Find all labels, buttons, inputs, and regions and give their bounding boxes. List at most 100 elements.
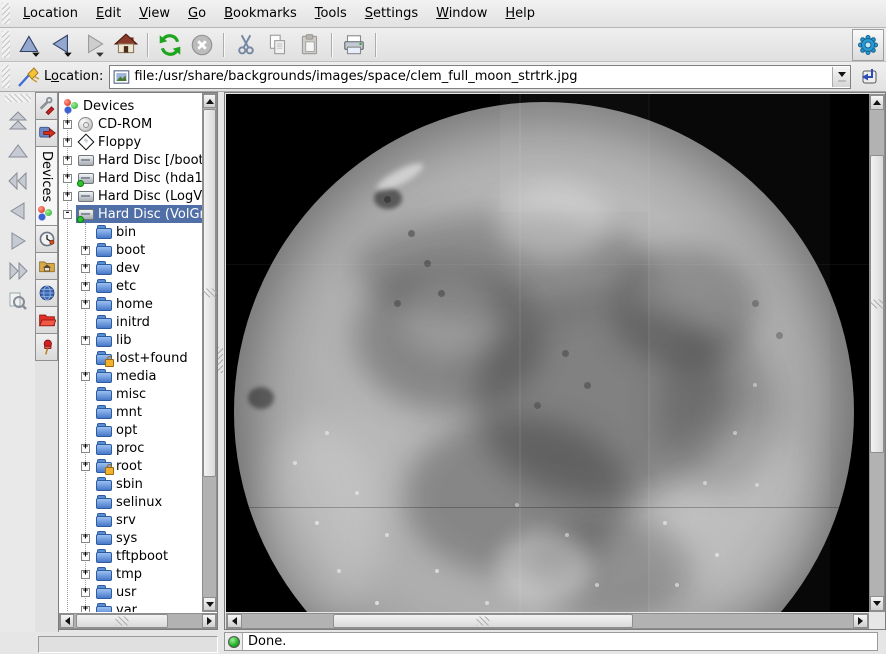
scroll-up-button[interactable]: [203, 94, 216, 108]
tree-item[interactable]: Hard Disc (hda1) [/: [59, 169, 202, 187]
tree-vscroll-thumb[interactable]: [203, 109, 216, 477]
menu-location[interactable]: Location: [14, 3, 87, 24]
tree-expander[interactable]: [81, 354, 90, 363]
tree-expander[interactable]: [81, 606, 90, 613]
tree-expander[interactable]: [81, 372, 90, 381]
tree-expander[interactable]: [81, 300, 90, 309]
tree-item[interactable]: proc: [59, 439, 202, 457]
sidebar-tab-bookmarks[interactable]: [35, 120, 58, 147]
tree-item[interactable]: dev: [59, 259, 202, 277]
location-combobox[interactable]: [109, 65, 851, 89]
tree-item[interactable]: media: [59, 367, 202, 385]
tree-expander[interactable]: [81, 228, 90, 237]
sidebar-tab-root-folder[interactable]: [35, 307, 58, 334]
tree-item[interactable]: Devices: [59, 97, 202, 115]
tree-item[interactable]: boot: [59, 241, 202, 259]
tree-item[interactable]: home: [59, 295, 202, 313]
tree-item[interactable]: Hard Disc (LogVol0: [59, 187, 202, 205]
tree-expander[interactable]: [63, 138, 72, 147]
tree-item[interactable]: CD-ROM: [59, 115, 202, 133]
double-up-button[interactable]: [4, 106, 32, 136]
sidebar-tab-history[interactable]: [35, 226, 58, 253]
clear-location-button[interactable]: [14, 63, 42, 91]
tree-item[interactable]: Floppy: [59, 133, 202, 151]
tree-vertical-scrollbar[interactable]: [202, 93, 217, 612]
scroll-left-button[interactable]: [227, 614, 242, 628]
tree-item[interactable]: etc: [59, 277, 202, 295]
side-toolbar-drag-handle[interactable]: [5, 94, 31, 102]
double-forward-button[interactable]: [4, 256, 32, 286]
menu-window[interactable]: Window: [427, 3, 496, 24]
tree-item[interactable]: sbin: [59, 475, 202, 493]
tree-expander[interactable]: [81, 318, 90, 327]
forward-arrow-button[interactable]: [4, 226, 32, 256]
cut-button[interactable]: [230, 29, 262, 61]
print-button[interactable]: [338, 29, 370, 61]
tree-expander[interactable]: [63, 156, 72, 165]
tree-expander[interactable]: [81, 588, 90, 597]
sidebar-tab-home-folder[interactable]: [35, 253, 58, 280]
toolbar-drag-handle[interactable]: [2, 31, 10, 58]
tree-horizontal-scrollbar[interactable]: [59, 613, 217, 629]
scroll-down-button[interactable]: [870, 596, 884, 611]
forward-button[interactable]: [78, 29, 110, 61]
locationbar-drag-handle[interactable]: [2, 65, 10, 88]
tree-item[interactable]: misc: [59, 385, 202, 403]
tree-hscroll-thumb[interactable]: [76, 614, 168, 628]
menu-view[interactable]: View: [130, 3, 179, 24]
location-input[interactable]: [134, 68, 832, 86]
tree-expander[interactable]: [81, 426, 90, 435]
tree-expander[interactable]: [81, 462, 90, 471]
paste-button[interactable]: [294, 29, 326, 61]
tree-expander[interactable]: [81, 444, 90, 453]
back-arrow-button[interactable]: [4, 196, 32, 226]
home-button[interactable]: [110, 29, 142, 61]
tree-expander[interactable]: [81, 552, 90, 561]
stop-button[interactable]: [186, 29, 218, 61]
konqueror-gear-button[interactable]: [852, 29, 884, 61]
find-button[interactable]: [4, 286, 32, 316]
tree-expander[interactable]: [81, 534, 90, 543]
menu-settings[interactable]: Settings: [356, 3, 427, 24]
tree-item[interactable]: Hard Disc [/boot]: [59, 151, 202, 169]
tree-item[interactable]: selinux: [59, 493, 202, 511]
menubar-drag-handle[interactable]: [2, 3, 10, 24]
tree-item[interactable]: tftpboot: [59, 547, 202, 565]
scroll-right-button[interactable]: [853, 614, 868, 628]
view-horizontal-scrollbar[interactable]: [226, 613, 869, 629]
sidebar-tab-services[interactable]: [35, 334, 58, 361]
sidebar-configure-button[interactable]: [35, 92, 58, 120]
tree-item[interactable]: usr: [59, 583, 202, 601]
tree-expander[interactable]: [63, 120, 72, 129]
location-dropdown-button[interactable]: [832, 67, 850, 87]
tree-expander[interactable]: [81, 264, 90, 273]
tree-expander[interactable]: [81, 408, 90, 417]
go-button[interactable]: [855, 63, 883, 91]
tree-item[interactable]: lib: [59, 331, 202, 349]
scroll-left-button[interactable]: [60, 614, 74, 628]
tree-expander[interactable]: [81, 498, 90, 507]
scroll-right-button[interactable]: [202, 614, 216, 628]
tree-expander[interactable]: [63, 192, 72, 201]
view-vscroll-thumb[interactable]: [870, 155, 884, 453]
scroll-down-button[interactable]: [203, 597, 216, 611]
double-back-button[interactable]: [4, 166, 32, 196]
tree-item[interactable]: lost+found: [59, 349, 202, 367]
tree-expander[interactable]: [81, 336, 90, 345]
tree-expander[interactable]: [81, 516, 90, 525]
tree-expander[interactable]: [63, 210, 72, 219]
tree-expander[interactable]: [63, 174, 72, 183]
up-button[interactable]: [14, 29, 46, 61]
tree-expander[interactable]: [81, 282, 90, 291]
sidebar-tab-network[interactable]: [35, 280, 58, 307]
tree-expander[interactable]: [81, 570, 90, 579]
menu-bookmarks[interactable]: Bookmarks: [215, 3, 306, 24]
tree-item[interactable]: srv: [59, 511, 202, 529]
tree-item[interactable]: bin: [59, 223, 202, 241]
up-arrow-button[interactable]: [4, 136, 32, 166]
tree-item[interactable]: opt: [59, 421, 202, 439]
sidebar-tab-devices[interactable]: Devices: [35, 147, 58, 226]
view-hscroll-thumb[interactable]: [333, 614, 633, 628]
menu-edit[interactable]: Edit: [87, 3, 130, 24]
menu-tools[interactable]: Tools: [306, 3, 356, 24]
